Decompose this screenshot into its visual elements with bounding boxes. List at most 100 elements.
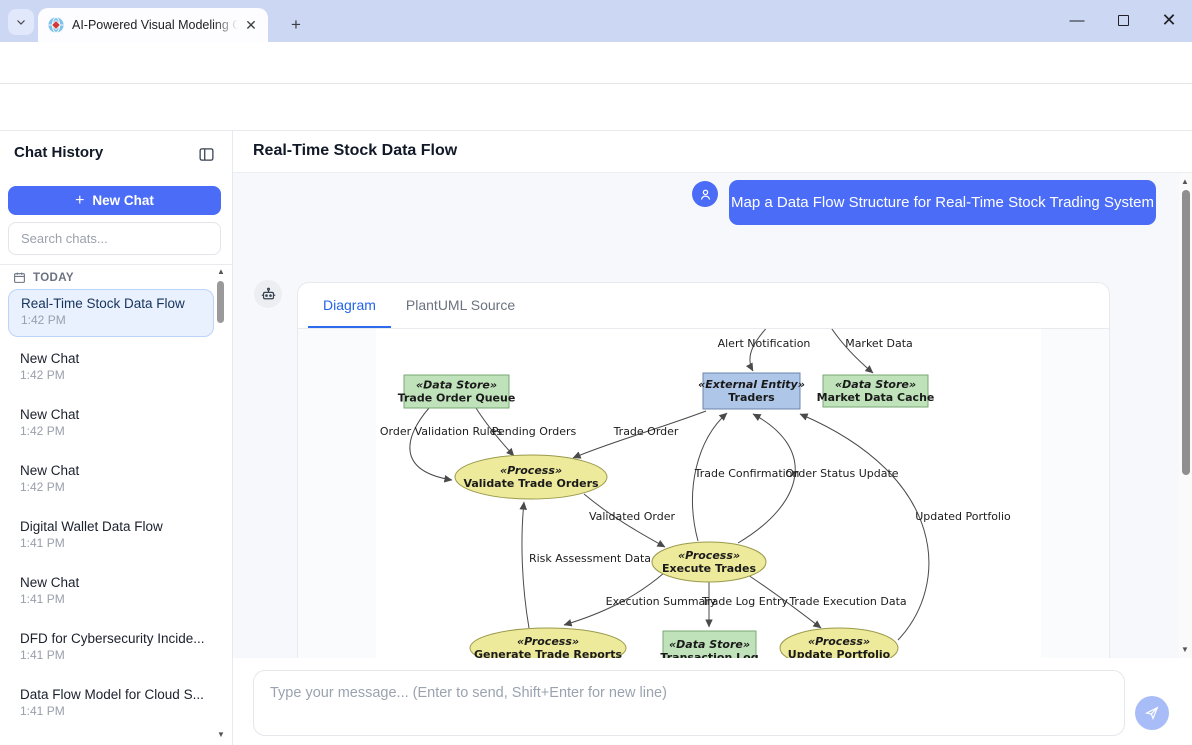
- diagram-viewer[interactable]: «Data Store»Trade Order Queue«External E…: [298, 329, 1109, 658]
- robot-icon: [260, 286, 277, 303]
- edge-label: Market Data: [845, 337, 913, 350]
- edge-alert-notification: [750, 329, 771, 371]
- node-execute-trades: «Process»Execute Trades: [652, 542, 766, 582]
- new-tab-button[interactable]: +: [284, 13, 308, 37]
- tab-search-button[interactable]: [8, 9, 34, 35]
- chat-history-item[interactable]: New Chat1:42 PM: [8, 345, 214, 393]
- conversation-titlebar: Real-Time Stock Data Flow: [233, 131, 1192, 173]
- chat-item-title: New Chat: [20, 575, 214, 590]
- node-generate-trade-reports: «Process»Generate Trade Reports: [470, 628, 626, 658]
- chat-item-time: 1:41 PM: [20, 592, 214, 606]
- chat-history-item[interactable]: New Chat1:42 PM: [8, 457, 214, 505]
- close-button[interactable]: ✕: [1146, 0, 1192, 40]
- result-tabs: DiagramPlantUML Source: [298, 283, 1109, 329]
- list-scrollbar-thumb[interactable]: [217, 281, 224, 323]
- calendar-icon: [13, 271, 26, 284]
- bot-avatar: [254, 280, 282, 308]
- chat-item-title: New Chat: [20, 407, 214, 422]
- collapse-sidebar-icon[interactable]: [196, 144, 216, 164]
- diagram-canvas: «Data Store»Trade Order Queue«External E…: [376, 329, 1041, 658]
- node-validate-trade-orders: «Process»Validate Trade Orders: [455, 455, 607, 499]
- chat-item-title: Digital Wallet Data Flow: [20, 519, 214, 534]
- page-scroll-down-arrow[interactable]: ▼: [1181, 645, 1189, 654]
- node-trade-order-queue: «Data Store»Trade Order Queue: [398, 375, 516, 408]
- browser-tab[interactable]: AI-Powered Visual Modeling Ch ✕: [38, 8, 268, 42]
- tab-diagram[interactable]: Diagram: [308, 283, 391, 328]
- chat-item-title: DFD for Cybersecurity Incide...: [20, 631, 214, 646]
- chat-area: Map a Data Flow Structure for Real-Time …: [233, 173, 1192, 658]
- chat-history-item[interactable]: Real-Time Stock Data Flow 1:42 PM: [8, 289, 214, 337]
- page-scroll-up-arrow[interactable]: ▲: [1181, 177, 1189, 186]
- chat-item-time: 1:41 PM: [20, 648, 214, 662]
- edge-label: Updated Portfolio: [915, 510, 1011, 523]
- list-scroll-down-arrow[interactable]: ▼: [215, 730, 227, 740]
- dfd-svg: «Data Store»Trade Order Queue«External E…: [376, 329, 1041, 658]
- edge-label: Risk Assessment Data: [529, 552, 651, 565]
- node-name: Trade Order Queue: [398, 392, 516, 405]
- browser-toolbar: ← → ⟳ ai-toolbox.visual-paradigm.com/app…: [0, 42, 1192, 84]
- page-scrollbar-thumb[interactable]: [1182, 190, 1190, 475]
- chat-history-sidebar: Chat History +New Chat TODAY Real-Time S…: [0, 131, 233, 745]
- node-stereotype: «Process»: [808, 635, 870, 648]
- chat-item-time: 1:42 PM: [21, 313, 213, 327]
- tab-title: AI-Powered Visual Modeling Ch: [72, 18, 238, 32]
- node-stereotype: «Data Store»: [416, 379, 497, 392]
- visual-paradigm-favicon: [48, 17, 64, 33]
- window-controls: — ✕: [1054, 0, 1192, 40]
- chat-item-time: 1:42 PM: [20, 368, 214, 382]
- node-name: Update Portfolio: [788, 648, 891, 658]
- app-header: Chatbot Powered by Visual Paradigm More …: [0, 84, 1192, 131]
- browser-tab-strip: AI-Powered Visual Modeling Ch ✕ + — ✕: [0, 0, 1192, 42]
- chat-history-item[interactable]: New Chat1:42 PM: [8, 401, 214, 449]
- chat-item-title: Data Flow Model for Cloud S...: [20, 687, 214, 702]
- new-chat-button[interactable]: +New Chat: [8, 186, 221, 215]
- edge-label: Order Validation Rules: [380, 425, 503, 438]
- node-name: Validate Trade Orders: [463, 477, 599, 490]
- sidebar-divider: [0, 264, 233, 265]
- node-stereotype: «External Entity»: [698, 378, 805, 391]
- node-update-portfolio: «Process»Update Portfolio: [780, 628, 898, 658]
- chat-item-time: 1:41 PM: [20, 704, 214, 718]
- message-input[interactable]: [253, 670, 1125, 736]
- node-name: Traders: [728, 391, 775, 404]
- list-scroll-up-arrow[interactable]: ▲: [215, 267, 227, 277]
- send-plane-icon: [1144, 705, 1160, 721]
- chat-item-title: Real-Time Stock Data Flow: [21, 296, 213, 311]
- search-chats-input[interactable]: [8, 222, 221, 255]
- sidebar-title: Chat History: [14, 144, 103, 161]
- chat-history-item[interactable]: DFD for Cybersecurity Incide... 1:41 PM: [8, 625, 214, 673]
- edge-label: Alert Notification: [718, 337, 811, 350]
- user-message-avatar: [692, 181, 718, 207]
- node-transaction-log: «Data Store»Transaction Log: [660, 631, 758, 658]
- maximize-button[interactable]: [1100, 0, 1146, 40]
- edge-label: Execution Summary: [606, 595, 717, 608]
- chat-history-item[interactable]: New Chat 1:41 PM: [8, 569, 214, 617]
- diagram-result-card: DiagramPlantUML Source «Data Store»Trade…: [297, 282, 1110, 658]
- chat-history-item[interactable]: Digital Wallet Data Flow 1:41 PM: [8, 513, 214, 561]
- node-name: Market Data Cache: [817, 391, 935, 404]
- conversation-title: Real-Time Stock Data Flow: [253, 142, 457, 160]
- chat-item-time: 1:41 PM: [20, 536, 214, 550]
- minimize-button[interactable]: —: [1054, 0, 1100, 40]
- edge-market-data: [828, 329, 873, 373]
- node-name: Execute Trades: [662, 562, 756, 575]
- node-market-data-cache: «Data Store»Market Data Cache: [817, 375, 935, 407]
- chat-item-time: 1:42 PM: [20, 480, 214, 494]
- edge-label: Order Status Update: [785, 467, 898, 480]
- tab-close-icon[interactable]: ✕: [242, 16, 260, 34]
- send-button[interactable]: [1135, 696, 1169, 730]
- edge-label: Trade Log Entry: [701, 595, 789, 608]
- chevron-down-icon: [15, 16, 27, 28]
- edge-label: Trade Execution Data: [788, 595, 906, 608]
- chat-history-item[interactable]: Data Flow Model for Cloud S... 1:41 PM: [8, 681, 214, 729]
- node-stereotype: «Process»: [517, 635, 579, 648]
- person-icon: [698, 187, 713, 202]
- tab-plantuml-source[interactable]: PlantUML Source: [391, 283, 530, 328]
- edge-label: Validated Order: [589, 510, 676, 523]
- edge-label: Pending Orders: [492, 425, 577, 438]
- node-stereotype: «Data Store»: [669, 638, 750, 651]
- user-message-bubble: Map a Data Flow Structure for Real-Time …: [729, 180, 1156, 225]
- node-stereotype: «Process»: [500, 464, 562, 477]
- edge-label: Trade Confirmation: [694, 467, 800, 480]
- node-name: Transaction Log: [660, 651, 758, 658]
